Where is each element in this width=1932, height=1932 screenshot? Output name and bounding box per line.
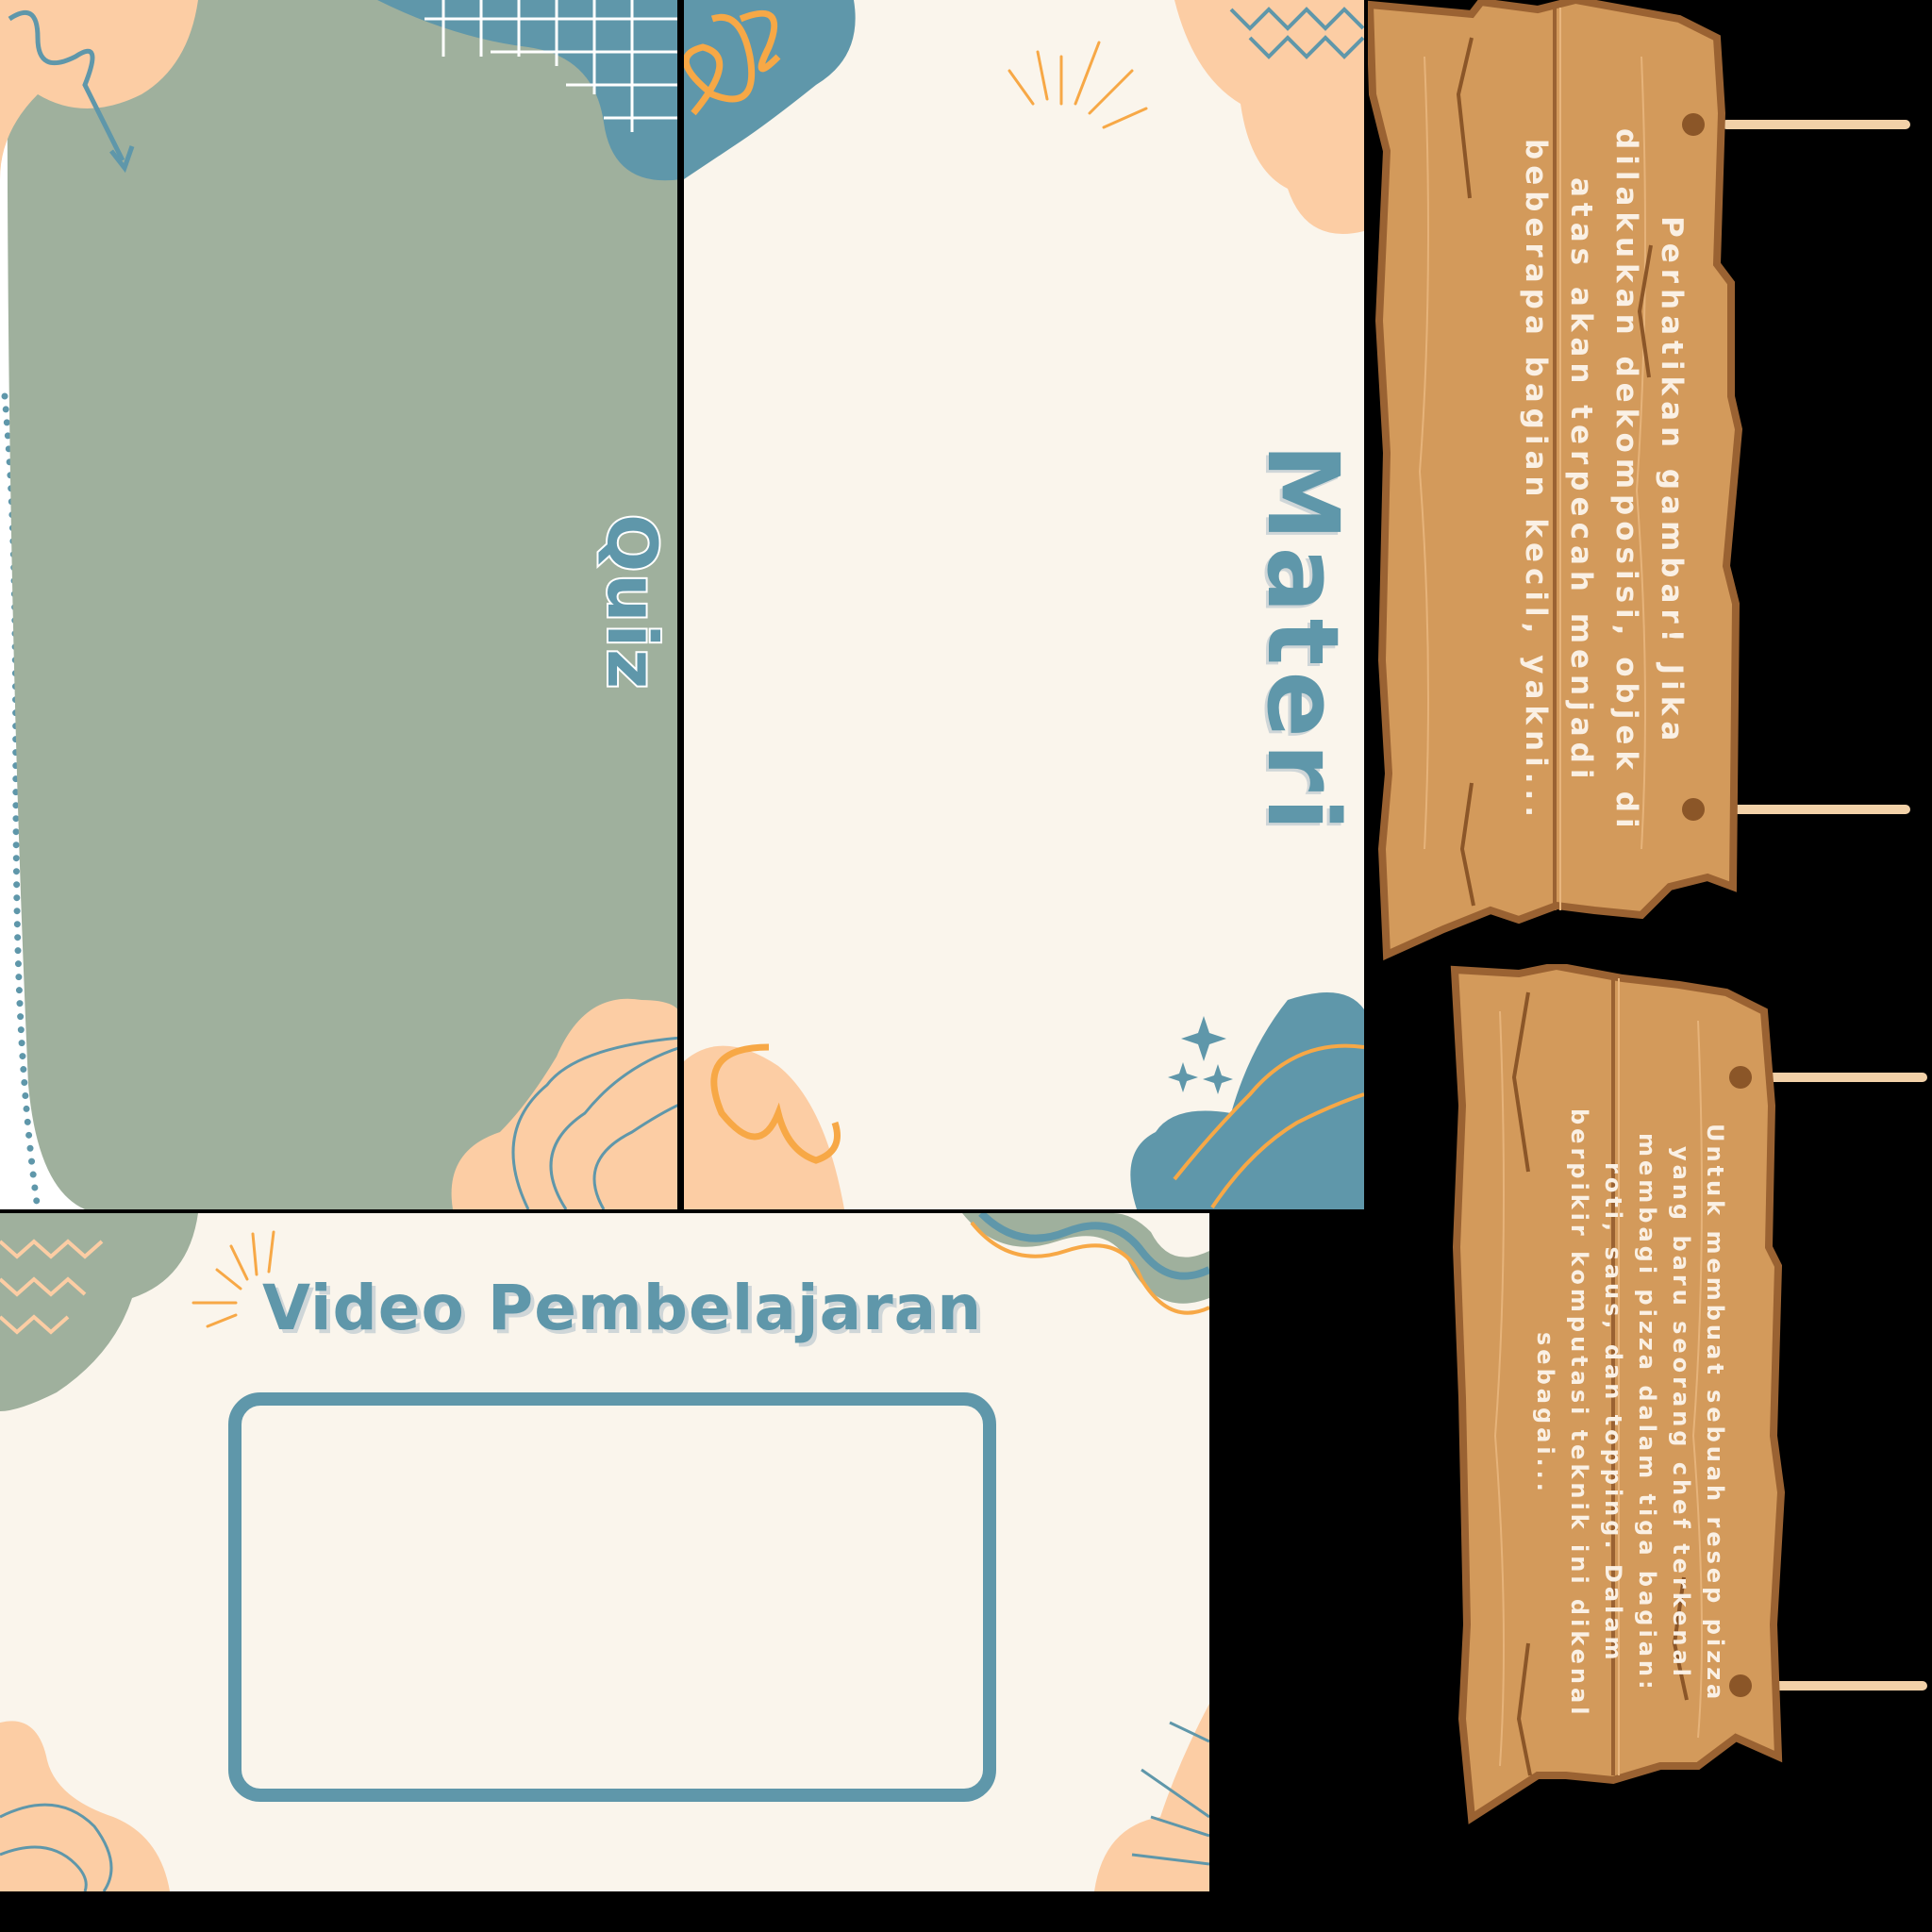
wooden-sign-top: Perhatikan gambar! Jika dilakukan dekomp… [1368,0,1932,966]
quiz-slide: Quiz [0,0,681,1209]
video-title: Video Pembelajaran [262,1272,983,1344]
sign-top-text: Perhatikan gambar! Jika dilakukan dekomp… [1519,128,1689,834]
wooden-sign-bottom: Untuk membuat sebuah resep pizza yang ba… [1443,964,1932,1824]
materi-title: Materi [1245,443,1360,837]
video-placeholder-frame[interactable] [228,1392,996,1802]
video-slide: Video Pembelajaran [0,1213,1209,1891]
materi-slide: Materi [684,0,1364,1209]
sign-bottom-text: Untuk membuat sebuah resep pizza yang ba… [1532,1108,1728,1719]
quiz-title: Quiz [591,512,674,692]
quiz-decoration [0,0,681,1209]
